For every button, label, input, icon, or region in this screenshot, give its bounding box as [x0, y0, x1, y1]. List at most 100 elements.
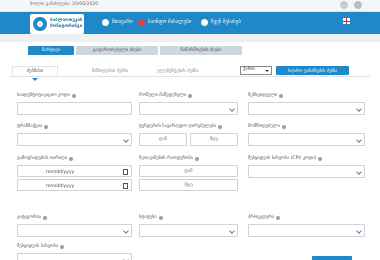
label-supplier: რომელი მაწვდენელი: [139, 93, 193, 98]
supplier-select[interactable]: [139, 102, 238, 115]
label-cpv-text: შესყიდვის სახეობა (CPV კოდი): [248, 156, 317, 161]
label-procedure-text: პროცედურა: [248, 215, 275, 220]
search-button[interactable]: საჯარო ფინანსების ძებნა: [276, 66, 349, 75]
tab-simple[interactable]: მარტივი: [28, 46, 74, 55]
label-announce-date: გამოცხადების თარიღი: [17, 156, 74, 161]
info-icon[interactable]: [276, 215, 281, 220]
buyer-select[interactable]: [248, 102, 365, 115]
status-select[interactable]: [139, 224, 238, 237]
subtab-search-label: ძებნისი: [26, 69, 44, 74]
tab-advanced[interactable]: გაფართოებული ძიება: [76, 46, 158, 55]
chevron-down-icon: [229, 106, 235, 112]
language-select-value: ქართ: [243, 67, 255, 72]
nav-announcements-label: საინფო მასალები: [148, 19, 192, 25]
supplier2-select[interactable]: [248, 133, 365, 146]
date-from-input[interactable]: mm/dd/yyyy: [17, 165, 132, 177]
home-icon: [102, 18, 109, 26]
logo-text-line2: მონიტორინგი: [50, 24, 83, 29]
chevron-down-icon: [123, 137, 129, 143]
to-placeholder: მდე: [209, 137, 219, 142]
info-icon[interactable]: [60, 244, 65, 249]
chevron-down-icon: [265, 70, 269, 72]
alert-icon: [138, 18, 145, 26]
label-id-code-text: საიდენტიფიკაციო კოდი: [17, 93, 70, 98]
submit-button[interactable]: [312, 256, 352, 260]
from-placeholder: დან: [158, 137, 168, 142]
info-icon[interactable]: [194, 156, 199, 161]
info-icon[interactable]: [158, 215, 163, 220]
transaction-select[interactable]: [17, 133, 132, 146]
label-id-code: საიდენტიფიკაციო კოდი: [17, 93, 76, 98]
info-icon[interactable]: [188, 93, 193, 98]
nav-home[interactable]: მთავარი: [102, 16, 133, 28]
subtab-elements[interactable]: ელემენტების ძებნა: [148, 66, 208, 76]
subtab-search[interactable]: ძებნისი: [12, 66, 58, 81]
label-announce-date-text: გამოცხადების თარიღი: [17, 156, 68, 161]
logo-text-line1: ბიბლიოთეკის: [50, 18, 83, 23]
date-from-value: mm/dd/yyyy: [46, 170, 75, 175]
magnifier-logo-icon: [33, 17, 47, 31]
cpv-select[interactable]: [248, 165, 365, 178]
label-transaction: ტრანზაქცია: [17, 124, 49, 129]
to-placeholder: მდე: [184, 183, 193, 188]
info-icon[interactable]: [281, 124, 286, 129]
chevron-down-icon: [356, 228, 362, 234]
label-estimated-value-text: ტენდერის სავარაუდო ღირებულება: [139, 124, 217, 129]
chevron-down-icon: [229, 228, 235, 234]
estimated-value-to[interactable]: მდე: [190, 133, 238, 146]
label-supplier2: მომწოდებელი: [248, 124, 286, 129]
info-icon: [201, 18, 208, 26]
nav-about[interactable]: ჩვენ შესახებ: [201, 16, 241, 28]
info-icon[interactable]: [69, 156, 74, 161]
date-to-value: mm/dd/yyyy: [46, 184, 75, 189]
label-category: კატეგორია: [17, 215, 48, 220]
info-icon[interactable]: [318, 156, 323, 161]
bids-count-from[interactable]: დან: [139, 165, 238, 177]
category-select[interactable]: [17, 224, 132, 237]
from-placeholder: დან: [184, 169, 193, 174]
date-to-input[interactable]: mm/dd/yyyy: [17, 179, 132, 191]
purchase-type-select[interactable]: [17, 253, 132, 260]
bids-count-to[interactable]: მდე: [139, 179, 238, 191]
info-icon[interactable]: [218, 124, 223, 129]
estimated-value-from[interactable]: დან: [139, 133, 187, 146]
label-purchase-type-text: შესყიდვის სახეობა: [17, 244, 59, 249]
label-cpv: შესყიდვის სახეობა (CPV კოდი): [248, 156, 323, 161]
language-select[interactable]: ქართ: [240, 66, 272, 75]
label-status: სტატუსი: [139, 215, 163, 220]
label-status-text: სტატუსი: [139, 215, 157, 220]
subtab-delivery[interactable]: მიწოდების ძებნა: [80, 66, 140, 76]
label-estimated-value: ტენდერის სავარაუდო ღირებულება: [139, 124, 223, 129]
label-procedure: პროცედურა: [248, 215, 281, 220]
user-icon[interactable]: [354, 1, 362, 9]
calendar-icon[interactable]: [123, 169, 128, 175]
nav-home-label: მთავარი: [112, 19, 133, 25]
nav-announcements[interactable]: საინფო მასალები: [138, 16, 191, 28]
label-transaction-text: ტრანზაქცია: [17, 124, 43, 129]
chevron-down-icon: [123, 228, 129, 234]
label-buyer-text: შემსყიდველი: [248, 93, 278, 98]
chevron-down-icon: [356, 106, 362, 112]
tab-divider: [10, 76, 370, 77]
chevron-down-icon: [356, 137, 362, 143]
site-logo[interactable]: ბიბლიოთეკის მონიტორინგი: [30, 14, 84, 34]
update-notice: ბოლო განახლება: 20/06/2020: [30, 2, 99, 7]
chevron-down-icon: [356, 169, 362, 175]
info-icon[interactable]: [279, 93, 284, 98]
label-bids-count: შეთავაზების რაოდენობა: [139, 156, 199, 161]
tab-works[interactable]: ნაწარმოების ძიება: [160, 46, 242, 55]
top-info-bar: ბოლო განახლება: 20/06/2020: [0, 0, 380, 12]
active-tab-caret-icon: [32, 78, 38, 81]
id-code-input[interactable]: [17, 102, 132, 115]
uk-flag-icon[interactable]: [343, 18, 350, 24]
info-icon[interactable]: [43, 215, 48, 220]
label-buyer: შემსყიდველი: [248, 93, 284, 98]
info-icon[interactable]: [71, 93, 76, 98]
nav-about-label: ჩვენ შესახებ: [211, 19, 241, 25]
label-bids-count-text: შეთავაზების რაოდენობა: [139, 156, 193, 161]
calendar-icon[interactable]: [123, 183, 128, 189]
label-category-text: კატეგორია: [17, 215, 42, 220]
procedure-select[interactable]: [248, 224, 365, 237]
settings-icon[interactable]: [340, 1, 348, 9]
info-icon[interactable]: [44, 124, 49, 129]
